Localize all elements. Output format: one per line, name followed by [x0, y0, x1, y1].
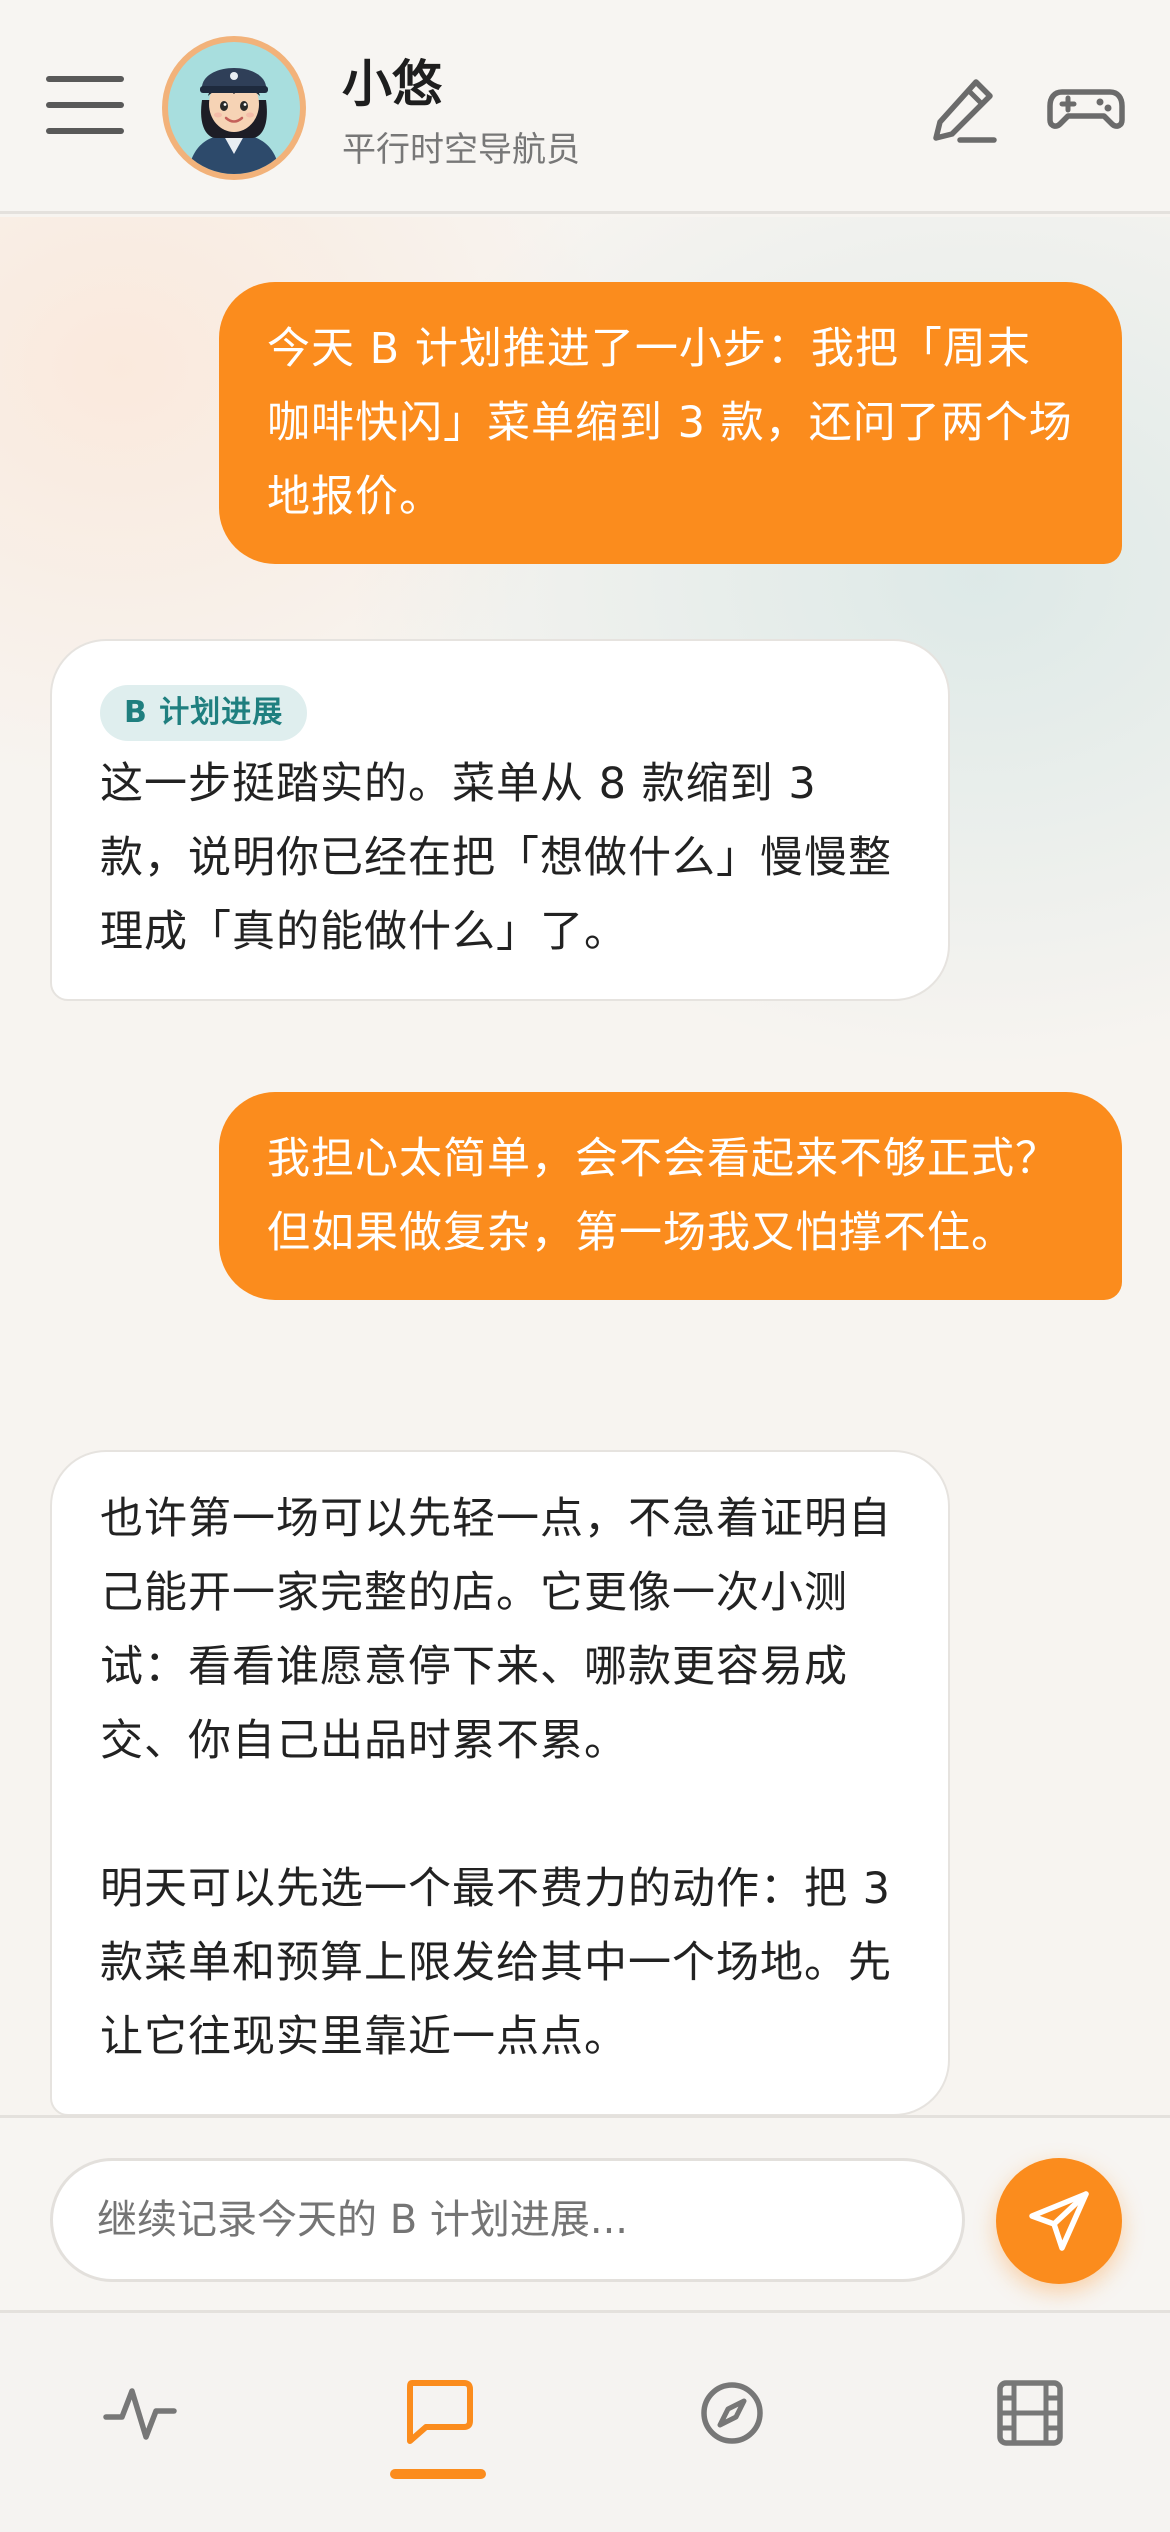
tab-media[interactable] — [990, 2373, 1070, 2453]
film-icon — [997, 2380, 1063, 2446]
tab-activity[interactable] — [100, 2373, 180, 2453]
menu-icon — [46, 76, 124, 82]
chat-icon — [407, 2380, 473, 2444]
menu-button[interactable] — [46, 74, 126, 134]
progress-tag: B 计划进展 — [100, 685, 308, 741]
tab-explore[interactable] — [692, 2373, 772, 2453]
composer — [0, 2115, 1170, 2310]
edit-button[interactable] — [924, 68, 1004, 148]
message-paragraph: 也许第一场可以先轻一点，不急着证明自己能开一家完整的店。它更像一次小测试：看看谁… — [100, 1494, 892, 1766]
assistant-message: B 计划进展 这一步挺踏实的。菜单从 8 款缩到 3 款，说明你已经在把「想做什… — [50, 639, 950, 1001]
send-icon — [1029, 2191, 1089, 2251]
header: 小悠 平行时空导航员 — [0, 0, 1170, 214]
user-message: 我担心太简单，会不会看起来不够正式？但如果做复杂，第一场我又怕撑不住。 — [219, 1092, 1122, 1300]
gamepad-icon — [1047, 89, 1125, 129]
message-paragraph: 明天可以先选一个最不费力的动作：把 3 款菜单和预算上限发给其中一个场地。先让它… — [100, 1864, 906, 2062]
menu-icon-bar — [46, 128, 124, 134]
chat-thread[interactable]: 今天 B 计划推进了一小步：我把「周末咖啡快闪」菜单缩到 3 款，还问了两个场地… — [0, 217, 1170, 2115]
message-text: 我担心太简单，会不会看起来不够正式？但如果做复杂，第一场我又怕撑不住。 — [267, 1134, 1059, 1258]
message-text: 这一步挺踏实的。菜单从 8 款缩到 3 款，说明你已经在把「想做什么」慢慢整理成… — [100, 759, 892, 957]
app: 小悠 平行时空导航员 今天 B 计划推进了一小步：我把「周末咖啡快闪」菜单缩到 … — [0, 0, 1170, 2532]
tab-bar — [0, 2310, 1170, 2532]
message-input[interactable] — [50, 2158, 965, 2282]
compass-icon — [701, 2382, 763, 2444]
avatar-image — [168, 42, 300, 174]
menu-icon-bar — [46, 102, 124, 108]
user-message: 今天 B 计划推进了一小步：我把「周末咖啡快闪」菜单缩到 3 款，还问了两个场地… — [219, 282, 1122, 564]
pencil-icon — [933, 79, 997, 143]
activity-icon — [103, 2388, 177, 2440]
tab-chat[interactable] — [398, 2373, 478, 2453]
assistant-message: 也许第一场可以先轻一点，不急着证明自己能开一家完整的店。它更像一次小测试：看看谁… — [50, 1450, 950, 2115]
assistant-name: 小悠 — [342, 55, 442, 113]
avatar[interactable] — [162, 36, 306, 180]
assistant-role: 平行时空导航员 — [342, 130, 580, 170]
game-button[interactable] — [1046, 68, 1126, 148]
active-tab-indicator — [390, 2469, 486, 2479]
message-text: 今天 B 计划推进了一小步：我把「周末咖啡快闪」菜单缩到 3 款，还问了两个场地… — [267, 324, 1073, 522]
send-button[interactable] — [996, 2158, 1122, 2284]
